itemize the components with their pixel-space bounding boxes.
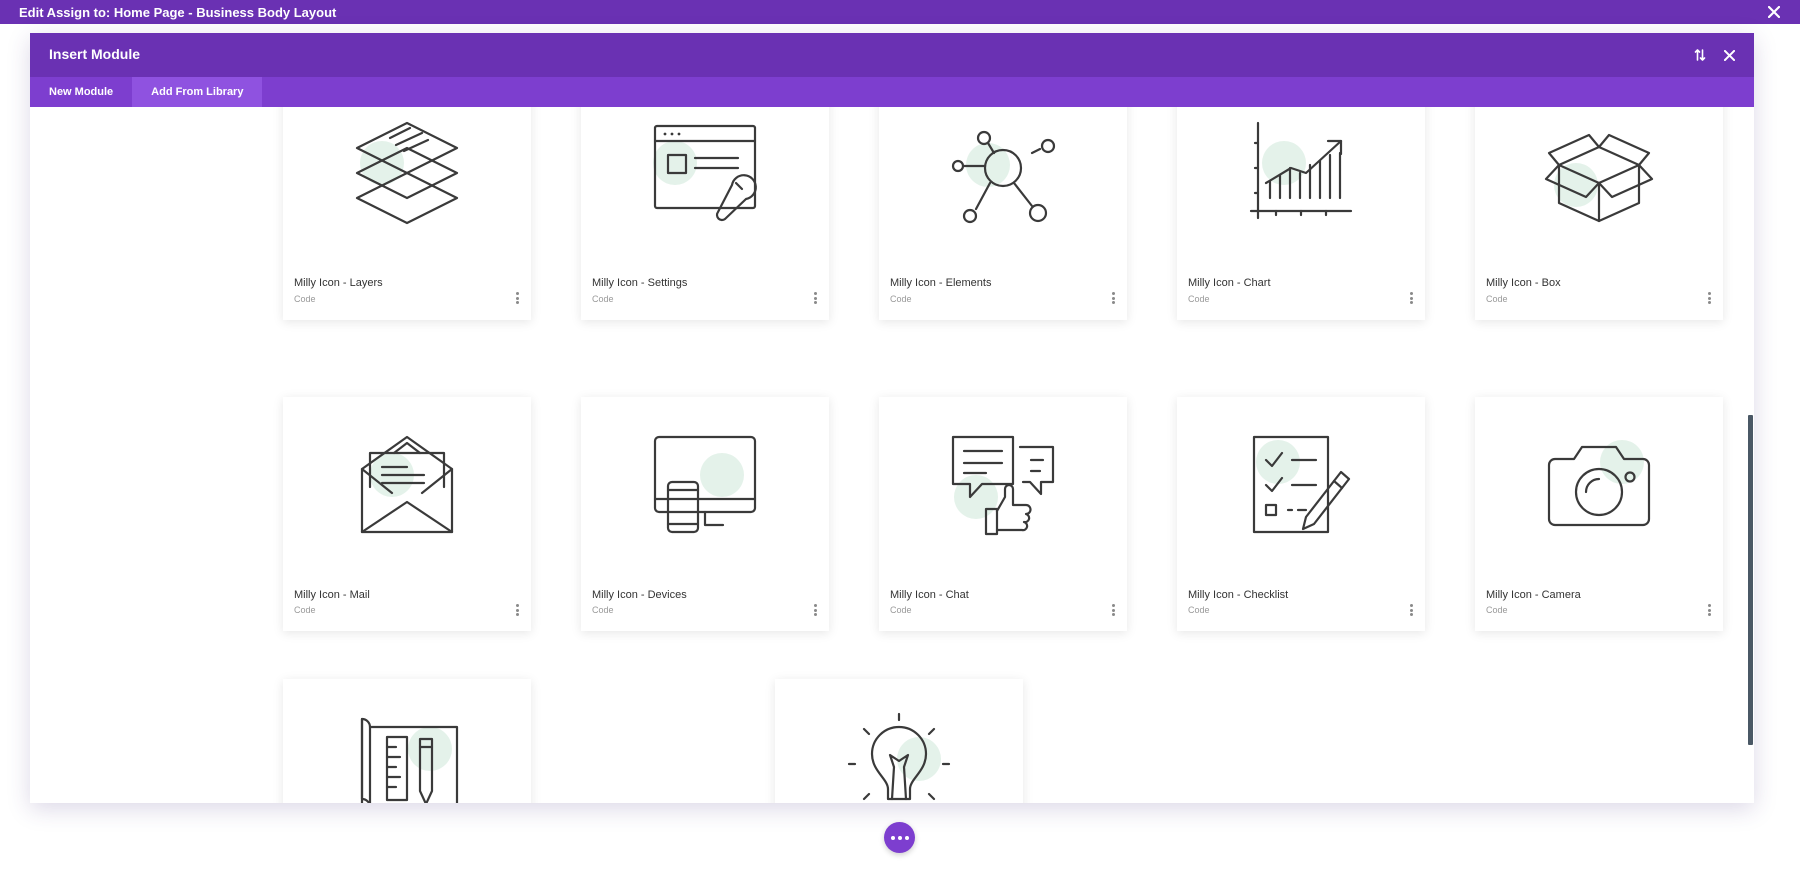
item-menu-button[interactable] bbox=[1406, 291, 1416, 305]
item-type: Code bbox=[890, 605, 912, 615]
chat-icon bbox=[951, 435, 1055, 536]
item-type: Code bbox=[890, 294, 912, 304]
top-bar: Edit Assign to: Home Page - Business Bod… bbox=[0, 0, 1800, 24]
item-name: Milly Icon - Mail bbox=[294, 589, 370, 601]
mail-icon bbox=[360, 435, 454, 534]
item-name: Milly Icon - Camera bbox=[1486, 589, 1581, 601]
item-type: Code bbox=[294, 294, 316, 304]
item-menu-button[interactable] bbox=[1108, 603, 1118, 617]
elements-icon bbox=[951, 130, 1056, 224]
tab-add-from-library[interactable]: Add From Library bbox=[132, 77, 263, 107]
item-type: Code bbox=[1486, 605, 1508, 615]
lightbulb-icon bbox=[847, 712, 951, 801]
library-grid: Milly Icon - Layers Code Milly Icon - Se… bbox=[30, 107, 1754, 803]
library-item-chart[interactable]: Milly Icon - Chart Code bbox=[1177, 107, 1425, 320]
close-icon bbox=[1768, 6, 1780, 18]
insert-module-modal: Insert Module New Module Add From Librar… bbox=[30, 33, 1754, 803]
library-item-camera[interactable]: Milly Icon - Camera Code bbox=[1475, 397, 1723, 631]
chart-icon bbox=[1249, 121, 1353, 220]
blueprint-icon bbox=[360, 717, 459, 803]
library-item-mail[interactable]: Milly Icon - Mail Code bbox=[283, 397, 531, 631]
item-menu-button[interactable] bbox=[1108, 291, 1118, 305]
camera-icon bbox=[1547, 440, 1651, 527]
item-name: Milly Icon - Chart bbox=[1188, 277, 1271, 289]
modal-header: Insert Module bbox=[30, 33, 1754, 77]
sort-button[interactable] bbox=[1690, 45, 1710, 65]
item-menu-button[interactable] bbox=[1704, 603, 1714, 617]
item-name: Milly Icon - Layers bbox=[294, 277, 383, 289]
more-options-button[interactable] bbox=[884, 822, 915, 853]
library-item-devices[interactable]: Milly Icon - Devices Code bbox=[581, 397, 829, 631]
item-type: Code bbox=[1486, 294, 1508, 304]
library-item-elements[interactable]: Milly Icon - Elements Code bbox=[879, 107, 1127, 320]
library-item-blueprint[interactable] bbox=[283, 679, 531, 803]
scrollbar-thumb[interactable] bbox=[1748, 415, 1753, 745]
item-type: Code bbox=[592, 294, 614, 304]
sort-icon bbox=[1694, 49, 1706, 61]
library-item-chat[interactable]: Milly Icon - Chat Code bbox=[879, 397, 1127, 631]
item-name: Milly Icon - Elements bbox=[890, 277, 992, 289]
library-item-box[interactable]: Milly Icon - Box Code bbox=[1475, 107, 1723, 320]
dots-icon bbox=[890, 835, 895, 840]
top-bar-title: Edit Assign to: Home Page - Business Bod… bbox=[19, 4, 337, 20]
item-menu-button[interactable] bbox=[1704, 291, 1714, 305]
modal-tabs: New Module Add From Library bbox=[30, 77, 1754, 107]
item-type: Code bbox=[1188, 605, 1210, 615]
library-item-checklist[interactable]: Milly Icon - Checklist Code bbox=[1177, 397, 1425, 631]
item-type: Code bbox=[592, 605, 614, 615]
box-icon bbox=[1544, 133, 1654, 223]
item-name: Milly Icon - Box bbox=[1486, 277, 1561, 289]
library-item-settings[interactable]: Milly Icon - Settings Code bbox=[581, 107, 829, 320]
item-name: Milly Icon - Chat bbox=[890, 589, 969, 601]
item-name: Milly Icon - Settings bbox=[592, 277, 688, 289]
devices-icon bbox=[653, 435, 757, 534]
item-name: Milly Icon - Devices bbox=[592, 589, 687, 601]
modal-title: Insert Module bbox=[49, 46, 141, 62]
item-menu-button[interactable] bbox=[810, 603, 820, 617]
settings-icon bbox=[653, 124, 757, 222]
item-menu-button[interactable] bbox=[512, 291, 522, 305]
item-type: Code bbox=[1188, 294, 1210, 304]
close-modal-button[interactable] bbox=[1719, 45, 1739, 65]
item-menu-button[interactable] bbox=[810, 291, 820, 305]
item-name: Milly Icon - Checklist bbox=[1188, 589, 1289, 601]
close-editor-button[interactable] bbox=[1765, 3, 1783, 21]
library-item-layers[interactable]: Milly Icon - Layers Code bbox=[283, 107, 531, 320]
checklist-icon bbox=[1252, 435, 1351, 534]
item-type: Code bbox=[294, 605, 316, 615]
close-icon bbox=[1723, 49, 1735, 61]
item-menu-button[interactable] bbox=[512, 603, 522, 617]
layers-icon bbox=[355, 121, 459, 225]
library-item-lightbulb[interactable] bbox=[775, 679, 1023, 803]
item-menu-button[interactable] bbox=[1406, 603, 1416, 617]
tab-new-module[interactable]: New Module bbox=[30, 77, 132, 107]
